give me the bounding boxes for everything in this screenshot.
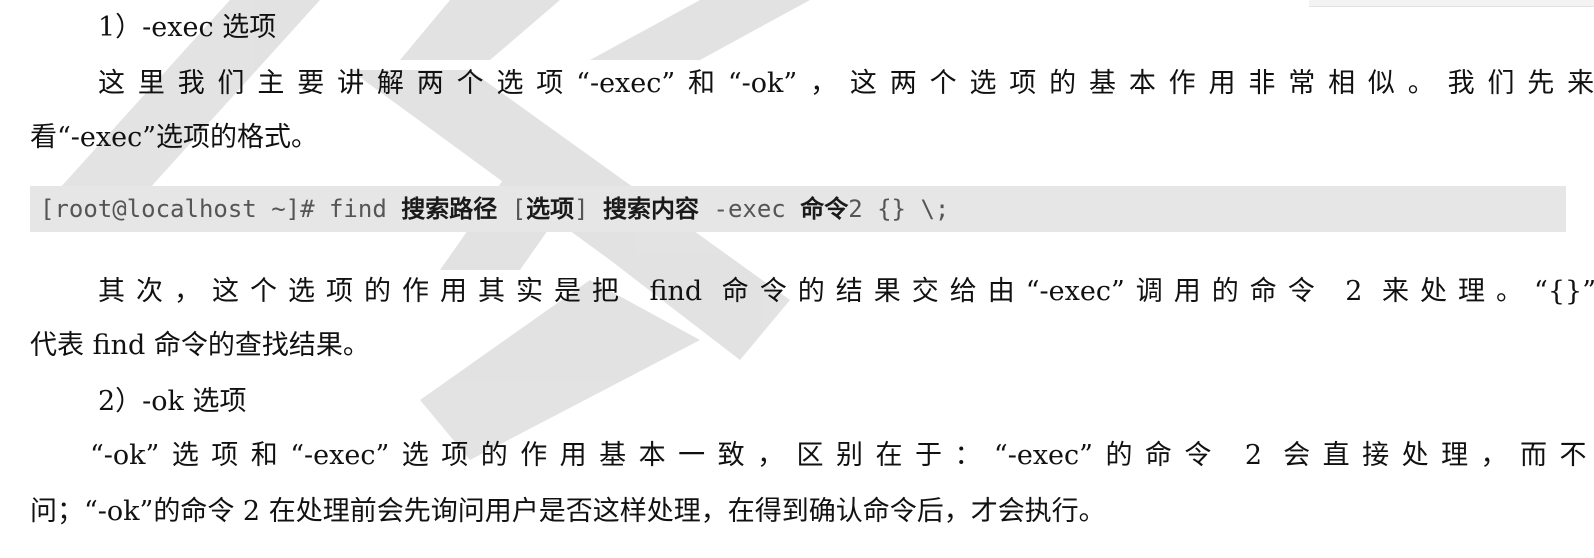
code-exec-flag: -exec xyxy=(699,195,801,223)
paragraph-1-line-2: 看“-exec”选项的格式。 xyxy=(30,122,319,153)
paragraph-3-line-1: “-ok”选项和“-exec”选项的作用基本一致，区别在于：“-exec”的命令… xyxy=(90,440,1594,471)
paragraph-3-line-2: 问；“-ok”的命令 2 在处理前会先询问用户是否这样处理，在得到确认命令后，才… xyxy=(30,496,1106,527)
section-heading-exec: 1）-exec 选项 xyxy=(98,12,277,43)
code-block: [root@localhost ~]# find 搜索路径 [选项] 搜索内容 … xyxy=(30,186,1566,232)
paragraph-2-line-1: 其次，这个选项的作用其实是把 find 命令的结果交给由“-exec”调用的命令… xyxy=(98,276,1594,307)
code-tail: 2 {} \; xyxy=(848,195,950,223)
code-search-content: 搜索内容 xyxy=(603,195,700,223)
code-bracket-close: ] xyxy=(574,195,604,223)
section-heading-ok: 2）-ok 选项 xyxy=(98,386,247,417)
paragraph-2-line-2: 代表 find 命令的查找结果。 xyxy=(30,330,370,361)
paragraph-1-line-1: 这里我们主要讲解两个选项“-exec”和“-ok”，这两个选项的基本作用非常相似… xyxy=(98,68,1594,99)
code-search-path: 搜索路径 xyxy=(401,195,498,223)
code-prompt: [root@localhost ~]# find xyxy=(40,195,402,223)
code-option: 选项 xyxy=(526,195,575,223)
code-bracket-open: [ xyxy=(497,195,527,223)
top-corner-tab xyxy=(1309,0,1594,7)
code-command: 命令 xyxy=(800,195,849,223)
document-page: 1）-exec 选项 这里我们主要讲解两个选项“-exec”和“-ok”，这两个… xyxy=(0,0,1594,558)
